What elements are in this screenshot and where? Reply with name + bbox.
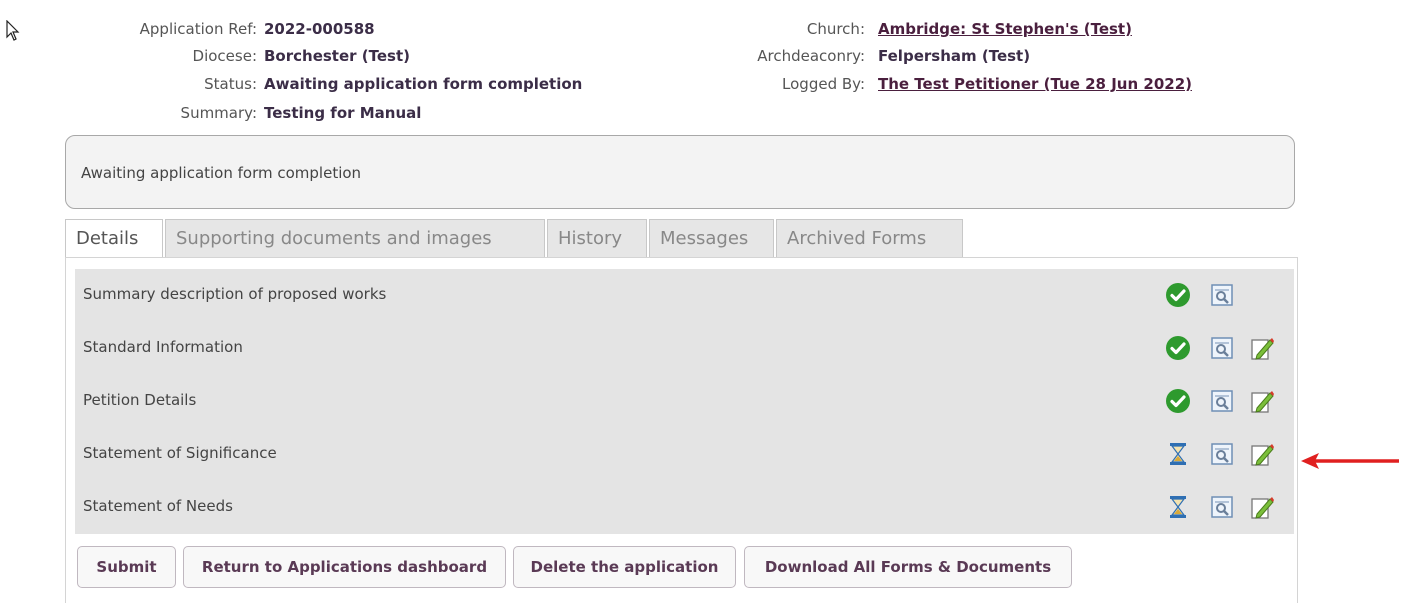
edit-form-icon[interactable]: [1249, 388, 1275, 414]
form-list: Summary description of proposed works St…: [75, 269, 1294, 534]
form-row-statement-of-significance: Statement of Significance: [75, 428, 1294, 481]
church-link[interactable]: Ambridge: St Stephen's (Test): [878, 20, 1132, 38]
church-label: Church:: [806, 20, 865, 38]
logged-by-label: Logged By:: [782, 75, 865, 93]
edit-form-icon[interactable]: [1249, 494, 1275, 520]
summary-value: Testing for Manual: [264, 104, 422, 122]
diocese-value: Borchester (Test): [264, 47, 410, 65]
application-ref-value: 2022-000588: [264, 20, 375, 38]
annotation-arrow-icon: [1301, 453, 1399, 469]
form-row-statement-of-needs: Statement of Needs: [75, 481, 1294, 534]
complete-check-icon: [1166, 336, 1190, 360]
diocese-label: Diocese:: [192, 47, 257, 65]
archdeaconry-label: Archdeaconry:: [757, 47, 865, 65]
status-value: Awaiting application form completion: [264, 75, 583, 93]
logged-by-link[interactable]: The Test Petitioner (Tue 28 Jun 2022): [878, 75, 1192, 93]
return-to-dashboard-button[interactable]: Return to Applications dashboard: [183, 546, 506, 588]
edit-form-icon[interactable]: [1249, 335, 1275, 361]
submit-button[interactable]: Submit: [77, 546, 176, 588]
application-ref-label: Application Ref:: [139, 20, 257, 38]
edit-form-icon[interactable]: [1249, 441, 1275, 467]
pending-hourglass-icon: [1170, 443, 1186, 465]
form-label: Statement of Significance: [83, 444, 277, 462]
form-label: Statement of Needs: [83, 497, 233, 515]
view-form-icon[interactable]: [1209, 494, 1235, 520]
form-label: Summary description of proposed works: [83, 285, 387, 303]
view-form-icon[interactable]: [1209, 282, 1235, 308]
tab-history[interactable]: History: [547, 219, 647, 257]
archdeaconry-value: Felpersham (Test): [878, 47, 1031, 65]
complete-check-icon: [1166, 283, 1190, 307]
form-label: Standard Information: [83, 338, 243, 356]
form-row-standard-information: Standard Information: [75, 322, 1294, 375]
delete-application-button[interactable]: Delete the application: [513, 546, 736, 588]
form-row-petition-details: Petition Details: [75, 375, 1294, 428]
form-label: Petition Details: [83, 391, 197, 409]
tab-archived-forms[interactable]: Archived Forms: [776, 219, 963, 257]
pending-hourglass-icon: [1170, 496, 1186, 518]
summary-label: Summary:: [180, 104, 257, 122]
tab-supporting-documents[interactable]: Supporting documents and images: [165, 219, 545, 257]
form-row-summary-description: Summary description of proposed works: [75, 269, 1294, 322]
view-form-icon[interactable]: [1209, 335, 1235, 361]
status-message-text: Awaiting application form completion: [81, 164, 362, 182]
tab-messages[interactable]: Messages: [649, 219, 774, 257]
status-label: Status:: [204, 75, 257, 93]
view-form-icon[interactable]: [1209, 388, 1235, 414]
download-all-button[interactable]: Download All Forms & Documents: [744, 546, 1072, 588]
tab-details[interactable]: Details: [65, 219, 163, 258]
view-form-icon[interactable]: [1209, 441, 1235, 467]
complete-check-icon: [1166, 389, 1190, 413]
mouse-cursor-icon: [6, 20, 20, 41]
status-message-box: Awaiting application form completion: [65, 135, 1295, 209]
